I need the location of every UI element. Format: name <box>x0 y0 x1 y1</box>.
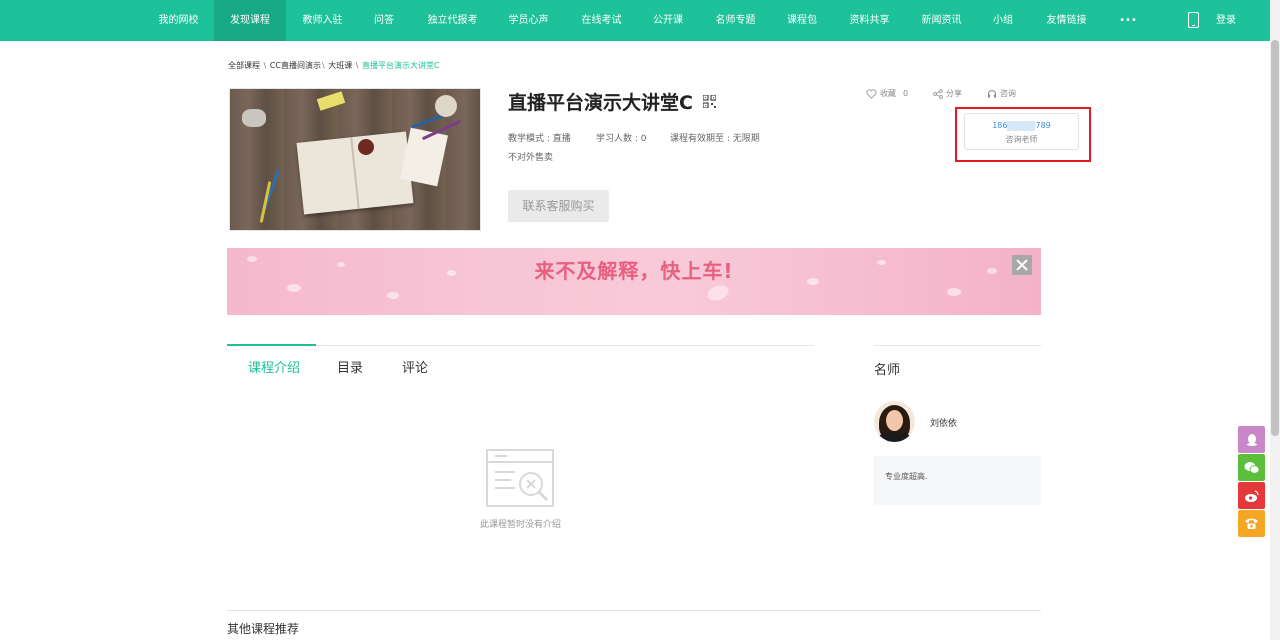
top-nav: 我的网校 发现课程 教师入驻 问答 独立代报考 学员心声 在线考试 公开课 名师… <box>0 0 1270 41</box>
breadcrumb-current: 直播平台演示大讲堂C <box>361 61 440 70</box>
telephone-icon <box>1245 518 1258 529</box>
empty-intro-text: 此课程暂时没有介绍 <box>479 520 561 530</box>
favorite-label: 收藏 <box>880 89 896 98</box>
nav-item-exam-agent[interactable]: 独立代报考 <box>420 0 485 41</box>
course-validity: 课程有效期至 : 无限期 <box>670 134 760 144</box>
consult-teacher-label: 咨询老师 <box>1005 135 1038 144</box>
nav-item-online-exam[interactable]: 在线考试 <box>571 0 632 41</box>
nav-item-testimonials[interactable]: 学员心声 <box>498 0 559 41</box>
share-icon <box>933 88 943 99</box>
breadcrumb: 全部课程 \ CC直播间演示\ 大班课 \ 直播平台演示大讲堂C <box>228 61 440 70</box>
nav-item-course-package[interactable]: 课程包 <box>778 0 826 41</box>
course-cover-image <box>229 88 481 231</box>
student-count: 学习人数 : 0 <box>596 134 647 144</box>
nav-item-groups[interactable]: 小组 <box>986 0 1020 41</box>
other-courses-title: 其他课程推荐 <box>227 622 300 636</box>
consult-label: 咨询 <box>1000 89 1016 98</box>
share-label: 分享 <box>946 89 962 98</box>
page-scrollbar[interactable] <box>1270 0 1280 640</box>
teacher-bio: 专业度超高. <box>874 456 1041 505</box>
contact-service-buy-button[interactable]: 联系客服购买 <box>508 190 609 222</box>
nav-item-teacher-join[interactable]: 教师入驻 <box>292 0 353 41</box>
teaching-mode: 教学模式 : 直播 <box>508 134 571 144</box>
tab-active-indicator <box>227 344 316 346</box>
weibo-icon <box>1244 489 1259 502</box>
favorite-count: 0 <box>903 89 909 98</box>
breadcrumb-item-cc-live[interactable]: CC直播间演示 <box>270 61 321 70</box>
teacher-avatar[interactable] <box>874 401 915 442</box>
bottom-divider <box>227 610 1041 611</box>
tab-comments[interactable]: 评论 <box>402 357 428 376</box>
nav-item-open-class[interactable]: 公开课 <box>644 0 692 41</box>
nav-item-discover-courses[interactable]: 发现课程 <box>214 0 286 41</box>
teacher-name[interactable]: 刘依依 <box>930 416 957 429</box>
heart-icon <box>866 88 877 99</box>
course-title: 直播平台演示大讲堂C <box>508 92 693 114</box>
sidebar-divider <box>874 345 1041 346</box>
promo-banner[interactable]: 来不及解释，快上车! <box>227 248 1041 315</box>
nav-item-news[interactable]: 新闻资讯 <box>911 0 972 41</box>
tab-catalog[interactable]: 目录 <box>337 357 363 376</box>
scrollbar-thumb[interactable] <box>1271 40 1279 436</box>
consult-button[interactable]: 咨询 <box>987 88 1016 99</box>
breadcrumb-item-large-class[interactable]: 大班课 <box>328 61 352 70</box>
nav-item-more[interactable]: ••• <box>1113 0 1143 41</box>
headset-icon <box>988 89 996 97</box>
favorite-button[interactable]: 收藏 0 <box>866 88 908 99</box>
share-button[interactable]: 分享 <box>933 88 962 99</box>
phone-float-button[interactable] <box>1238 510 1265 537</box>
empty-document-icon <box>486 449 554 507</box>
sidebar-title: 名师 <box>874 363 901 378</box>
tab-course-intro[interactable]: 课程介绍 <box>248 357 300 376</box>
login-link[interactable]: 登录 <box>1216 0 1236 41</box>
nav-item-resource-share[interactable]: 资料共享 <box>839 0 900 41</box>
banner-slogan: 来不及解释，快上车! <box>534 259 734 283</box>
qr-code-icon[interactable] <box>703 95 716 108</box>
nav-item-my-school[interactable]: 我的网校 <box>148 0 209 41</box>
qq-icon <box>1246 433 1257 446</box>
wechat-float-button[interactable] <box>1238 454 1265 481</box>
mobile-icon[interactable] <box>1188 12 1199 28</box>
nav-item-friend-links[interactable]: 友情链接 <box>1036 0 1097 41</box>
breadcrumb-item-all-courses[interactable]: 全部课程 <box>228 61 260 70</box>
nav-item-teacher-topics[interactable]: 名师专题 <box>705 0 766 41</box>
weibo-float-button[interactable] <box>1238 482 1265 509</box>
consult-teacher-card[interactable]: 186 789 咨询老师 <box>964 113 1079 150</box>
sale-status: 不对外售卖 <box>508 153 554 163</box>
banner-close-icon[interactable] <box>1012 255 1032 275</box>
nav-item-qa[interactable]: 问答 <box>361 0 407 41</box>
wechat-icon <box>1244 461 1259 474</box>
qq-float-button[interactable] <box>1238 426 1265 453</box>
consult-phone: 186 789 <box>992 121 1051 131</box>
